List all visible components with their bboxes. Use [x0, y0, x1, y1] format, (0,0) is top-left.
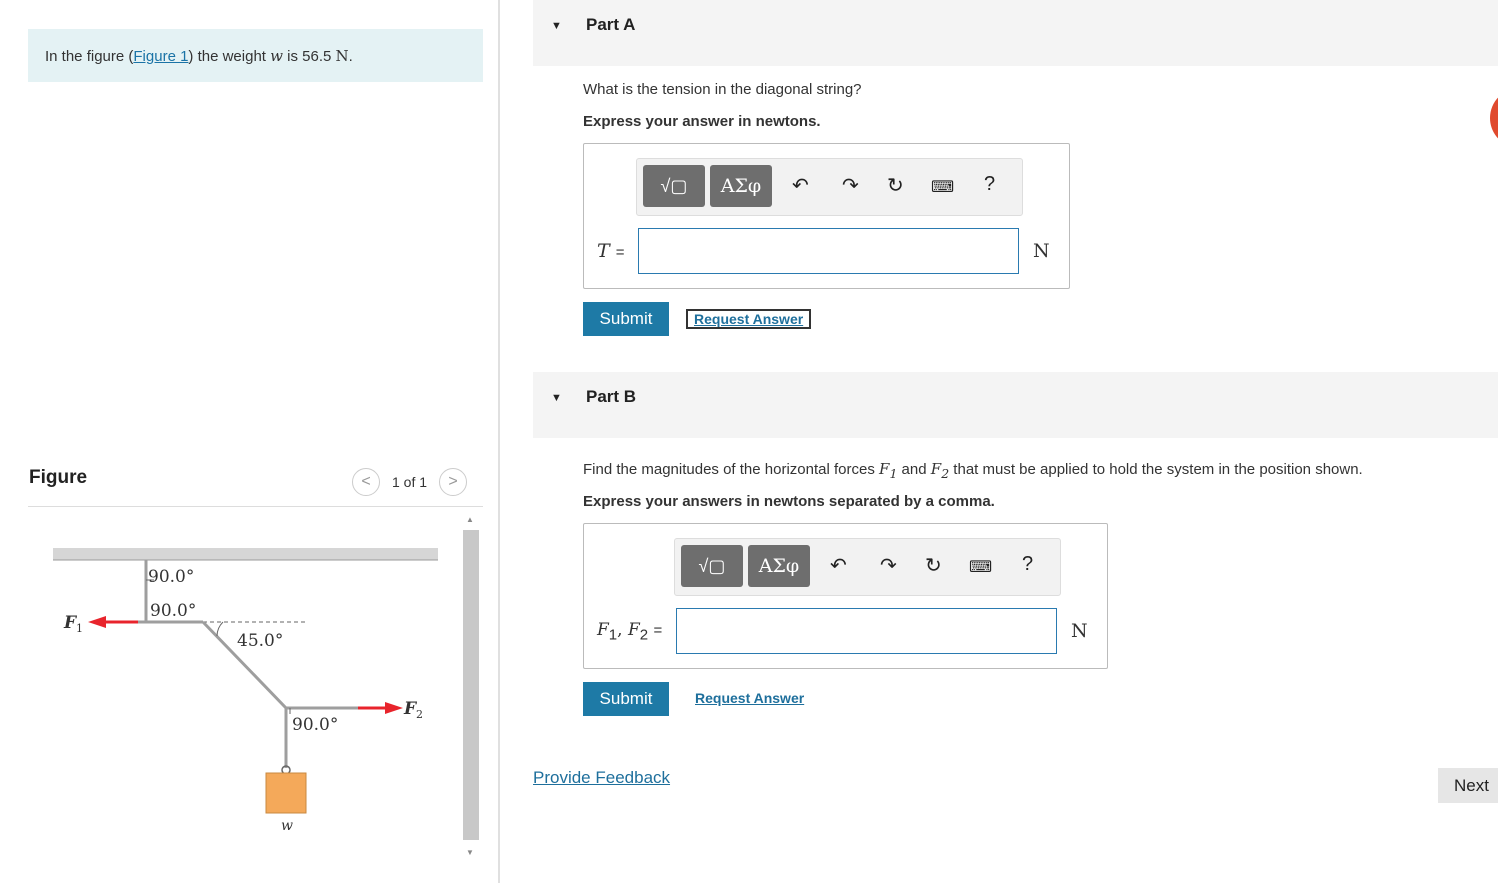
reset-icon[interactable]: ↻	[925, 553, 942, 578]
undo-icon[interactable]: ↶	[830, 553, 847, 578]
part-a-answer-box: √▢ ΑΣφ ↶ ↷ ↻ ⌨ ? T = N	[583, 143, 1070, 289]
angle-label-bottom: 90.0°	[292, 715, 338, 735]
part-a-title: Part A	[586, 15, 636, 34]
eq-f1-subscript: 1	[608, 626, 618, 644]
keyboard-icon[interactable]: ⌨	[969, 557, 992, 577]
label-f2-sub: 2	[416, 708, 423, 721]
problem-text-value: is 56.5	[282, 48, 336, 65]
panel-divider	[498, 0, 500, 883]
problem-statement: In the figure (Figure 1) the weight w is…	[28, 29, 483, 82]
equals-sign: =	[615, 244, 625, 261]
redo-icon[interactable]: ↷	[842, 173, 859, 198]
eq-f2-symbol: F	[627, 620, 640, 640]
part-a-request-answer-link[interactable]: Request Answer	[686, 309, 812, 329]
next-button[interactable]: Next	[1438, 768, 1498, 803]
scroll-down-icon[interactable]: ▼	[466, 848, 474, 857]
figure-divider	[28, 506, 483, 507]
part-b-instruction: Express your answers in newtons separate…	[583, 493, 995, 510]
figure-scrollbar-thumb[interactable]	[463, 530, 479, 840]
chevron-right-icon: >	[448, 473, 458, 490]
part-b-eq-label: F1, F2 =	[597, 620, 662, 643]
angle-arc-45	[216, 621, 224, 637]
figure-pager: < 1 of 1 >	[352, 468, 468, 496]
f2-subscript: 2	[941, 466, 950, 481]
part-b-submit-button[interactable]: Submit	[583, 682, 669, 716]
part-b-answer-box: √▢ ΑΣφ ↶ ↷ ↻ ⌨ ? F1, F2 = N	[583, 523, 1108, 669]
tension-variable: T	[597, 240, 610, 262]
part-b-answer-input[interactable]	[676, 608, 1057, 654]
part-a-eq-label: T =	[597, 240, 625, 262]
caret-down-icon: ▼	[551, 392, 562, 404]
left-panel: In the figure (Figure 1) the weight w is…	[0, 0, 498, 883]
eq-f1-symbol: F	[597, 620, 609, 640]
part-b-q-suffix: that must be applied to hold the system …	[949, 461, 1363, 478]
sqrt-template-icon: √▢	[698, 555, 726, 576]
part-b-request-answer-link[interactable]: Request Answer	[695, 690, 804, 706]
templates-button[interactable]: √▢	[681, 545, 743, 587]
physics-figure: 90.0° 90.0° 45.0° 90.0° F 1 F 2 w	[53, 548, 438, 834]
status-circle-icon[interactable]	[1490, 88, 1498, 148]
help-button[interactable]: ?	[984, 173, 995, 196]
part-a-submit-button[interactable]: Submit	[583, 302, 669, 336]
part-b-unit: N	[1071, 620, 1088, 642]
next-figure-button[interactable]: >	[439, 468, 468, 496]
part-a-toolbar: √▢ ΑΣφ ↶ ↷ ↻ ⌨ ?	[636, 158, 1023, 216]
part-b-toolbar: √▢ ΑΣφ ↶ ↷ ↻ ⌨ ?	[674, 538, 1061, 596]
equals-sign: =	[653, 622, 663, 639]
label-w: w	[281, 818, 293, 834]
f1-symbol: F	[879, 460, 890, 478]
f2-vector: F2	[930, 460, 950, 481]
reset-icon[interactable]: ↻	[887, 173, 904, 198]
part-a-question: What is the tension in the diagonal stri…	[583, 81, 862, 98]
weight-variable: w	[270, 47, 283, 65]
keyboard-icon[interactable]: ⌨	[931, 177, 954, 197]
ceiling	[53, 548, 438, 560]
angle-label-mid: 90.0°	[150, 601, 196, 621]
part-b-q-and: and	[897, 461, 931, 478]
scroll-up-icon[interactable]: ▲	[466, 515, 474, 524]
eq-f2-subscript: 2	[639, 626, 649, 644]
provide-feedback-link[interactable]: Provide Feedback	[533, 768, 670, 788]
caret-down-icon: ▼	[551, 20, 562, 32]
part-a-answer-input[interactable]	[638, 228, 1019, 274]
greek-label: ΑΣφ	[720, 175, 762, 197]
greek-symbols-button[interactable]: ΑΣφ	[710, 165, 772, 207]
redo-icon[interactable]: ↷	[880, 553, 897, 578]
help-button[interactable]: ?	[1022, 553, 1033, 576]
f1-vector: F1	[879, 460, 897, 481]
problem-unit: N	[335, 47, 349, 65]
force-f2-arrowhead	[385, 702, 403, 714]
figure-link[interactable]: Figure 1	[133, 48, 188, 65]
greek-label: ΑΣφ	[758, 555, 800, 577]
eq-comma: ,	[617, 620, 628, 640]
part-b-title: Part B	[586, 387, 637, 406]
greek-symbols-button[interactable]: ΑΣφ	[748, 545, 810, 587]
problem-text-suffix: .	[348, 48, 353, 65]
undo-icon[interactable]: ↶	[792, 173, 809, 198]
figure-title: Figure	[29, 467, 88, 488]
pager-text: 1 of 1	[392, 474, 428, 490]
part-b-header[interactable]: ▼ Part B	[533, 372, 1498, 438]
problem-text-middle: ) the weight	[188, 48, 271, 65]
weight-block	[265, 772, 307, 814]
problem-text-prefix: In the figure (	[45, 48, 134, 65]
label-f1-sub: 1	[76, 622, 83, 635]
chevron-left-icon: <	[361, 473, 371, 490]
prev-figure-button[interactable]: <	[352, 468, 380, 496]
f2-symbol: F	[930, 460, 942, 478]
force-f1-arrowhead	[88, 616, 106, 628]
part-b-q-prefix: Find the magnitudes of the horizontal fo…	[583, 461, 880, 478]
angle-label-diag: 45.0°	[237, 631, 283, 651]
part-a-unit: N	[1033, 240, 1050, 262]
part-a-instruction: Express your answer in newtons.	[583, 113, 821, 130]
part-b-question: Find the magnitudes of the horizontal fo…	[583, 460, 1363, 481]
sqrt-template-icon: √▢	[660, 175, 688, 196]
templates-button[interactable]: √▢	[643, 165, 705, 207]
angle-label-top: 90.0°	[148, 567, 194, 587]
part-a-header[interactable]: ▼ Part A	[533, 0, 1498, 66]
